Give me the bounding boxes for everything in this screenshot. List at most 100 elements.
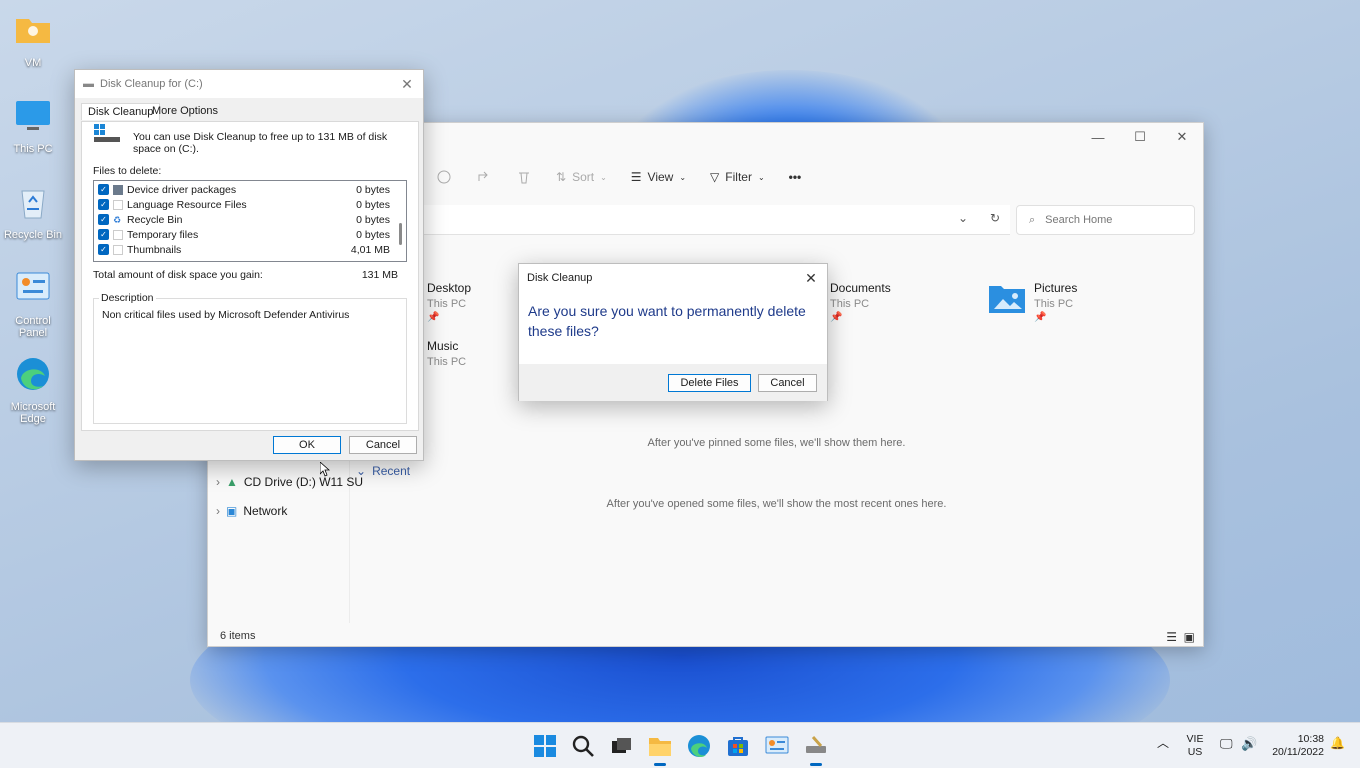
desktop-icon-label: Microsoft Edge	[10, 401, 56, 425]
close-button[interactable]: ✕	[397, 74, 417, 94]
recent-empty-message: After you've opened some files, we'll sh…	[606, 498, 947, 510]
description-text: Non critical files used by Microsoft Def…	[102, 309, 350, 321]
desktop-icon-vm[interactable]: VM	[0, 10, 66, 69]
filter-button[interactable]: ▽ Filter ⌄	[710, 170, 765, 184]
search-icon: ⌕	[1029, 213, 1036, 226]
list-item[interactable]: ✓ Device driver packages 0 bytes	[98, 182, 390, 197]
file-category-name: Thumbnails	[127, 243, 182, 256]
recent-section-header[interactable]: ⌄ Recent	[356, 464, 410, 478]
list-scrollbar[interactable]	[399, 223, 402, 245]
checkbox[interactable]: ✓	[98, 214, 109, 225]
total-space-value: 131 MB	[361, 269, 398, 281]
total-space-label: Total amount of disk space you gain:	[93, 269, 263, 281]
sort-label: Sort	[572, 170, 595, 184]
more-icon: •••	[788, 170, 802, 184]
nav-item-cd-drive[interactable]: › ▲ CD Drive (D:) W11 SU	[216, 475, 363, 489]
edge-icon[interactable]	[686, 733, 712, 759]
favorites-empty-message: After you've pinned some files, we'll sh…	[647, 437, 906, 449]
start-button[interactable]	[532, 733, 558, 759]
nav-item-network[interactable]: › ▣ Network	[216, 504, 287, 518]
pictures-folder-icon	[989, 286, 1025, 313]
file-category-name: Language Resource Files	[127, 198, 247, 211]
details-view-icon[interactable]: ☰	[1166, 630, 1177, 644]
sort-button[interactable]: ⇅ Sort ⌄	[556, 170, 607, 184]
checkbox[interactable]: ✓	[98, 184, 109, 195]
blank-file-icon	[113, 199, 123, 210]
list-item[interactable]: ✓ Thumbnails 4,01 MB	[98, 242, 390, 257]
pin-icon: 📌	[1034, 312, 1047, 323]
disk-cleanup-icon[interactable]	[803, 733, 829, 759]
file-category-size: 0 bytes	[356, 183, 390, 196]
chevron-right-icon[interactable]: ›	[216, 504, 220, 518]
chevron-down-icon: ⌄	[757, 172, 765, 182]
ok-button[interactable]: OK	[273, 436, 341, 454]
file-category-size: 0 bytes	[356, 228, 390, 241]
recent-label: Recent	[372, 464, 411, 478]
tab-more-options[interactable]: More Options	[146, 103, 224, 119]
files-to-delete-list[interactable]: ✓ Device driver packages 0 bytes ✓ Langu…	[93, 180, 407, 262]
quick-access-pictures[interactable]: Pictures This PC 📌	[988, 281, 1077, 323]
view-button[interactable]: ☰ View ⌄	[631, 170, 686, 184]
delete-icon[interactable]	[516, 169, 532, 185]
description-label: Description	[99, 292, 156, 304]
monitor-icon	[16, 101, 50, 130]
dialog-button-bar: Delete Files Cancel	[519, 364, 827, 401]
clock[interactable]: 10:38 20/11/2022	[1268, 733, 1324, 759]
minimize-button[interactable]: —	[1077, 123, 1119, 151]
checkbox[interactable]: ✓	[98, 244, 109, 255]
tiles-view-icon[interactable]: ▣	[1184, 630, 1195, 644]
chevron-right-icon[interactable]: ›	[216, 475, 220, 489]
search-icon[interactable]	[570, 733, 596, 759]
chevron-down-icon[interactable]: ⌄	[958, 211, 968, 225]
disk-cleanup-icon: ▬	[83, 78, 94, 90]
notification-bell-icon[interactable]: 🔔	[1330, 737, 1345, 750]
view-icon: ☰	[630, 170, 642, 184]
quick-access-desktop[interactable]: Desktop This PC 📌	[427, 281, 471, 323]
window-caption-buttons: — ☐ ✕	[1077, 123, 1203, 153]
share-arrow-icon[interactable]	[476, 169, 492, 185]
blank-file-icon	[113, 244, 123, 255]
list-item[interactable]: ✓ Temporary files 0 bytes	[98, 227, 390, 242]
more-options-button[interactable]: •••	[789, 170, 802, 184]
chevron-down-icon: ⌄	[356, 464, 367, 478]
cancel-button[interactable]: Cancel	[758, 374, 817, 392]
checkbox[interactable]: ✓	[98, 229, 109, 240]
search-box[interactable]: ⌕ Search Home	[1016, 205, 1195, 235]
close-button[interactable]: ✕	[1161, 123, 1203, 151]
active-app-indicator	[810, 763, 822, 766]
control-panel-icon[interactable]	[764, 733, 790, 759]
list-item[interactable]: ✓ ♻ Recycle Bin 0 bytes	[98, 212, 390, 227]
close-button[interactable]: ✕	[801, 268, 821, 288]
cancel-button[interactable]: Cancel	[349, 436, 417, 454]
folder-location: This PC	[830, 298, 870, 310]
delete-files-button[interactable]: Delete Files	[668, 374, 751, 392]
mouse-cursor-icon	[320, 462, 330, 477]
volume-icon[interactable]: 🔊	[1241, 737, 1257, 750]
maximize-button[interactable]: ☐	[1119, 123, 1161, 151]
chevron-up-icon[interactable]: ︿	[1157, 737, 1169, 750]
task-view-icon[interactable]	[608, 733, 634, 759]
checkbox[interactable]: ✓	[98, 199, 109, 210]
language-indicator[interactable]: VIE US	[1182, 733, 1208, 759]
file-category-name: Recycle Bin	[127, 213, 183, 226]
quick-access-documents[interactable]: Documents This PC 📌	[830, 281, 891, 323]
refresh-icon[interactable]: ↻	[990, 211, 1000, 225]
filter-label: Filter	[725, 170, 752, 184]
desktop-icon-edge[interactable]: Microsoft Edge	[0, 354, 66, 425]
folder-name: Documents	[830, 281, 891, 295]
desktop-icon-this-pc[interactable]: This PC	[0, 96, 66, 155]
chevron-down-icon: ⌄	[679, 172, 687, 182]
edge-icon	[17, 358, 49, 390]
desktop-icon-control-panel[interactable]: Control Panel	[0, 268, 66, 339]
desktop-icon-recycle-bin[interactable]: Recycle Bin	[0, 182, 66, 241]
files-to-delete-label: Files to delete:	[93, 165, 162, 177]
network-icon[interactable]: 🖵	[1220, 737, 1233, 750]
folder-location: This PC	[427, 356, 467, 368]
list-item[interactable]: ✓ Language Resource Files 0 bytes	[98, 197, 390, 212]
file-explorer-icon[interactable]	[647, 733, 673, 759]
address-bar[interactable]: ⌄ ↻	[424, 205, 1010, 235]
quick-access-music[interactable]: Music This PC	[427, 339, 466, 368]
share-icon[interactable]	[436, 169, 452, 185]
folder-location: This PC	[1034, 298, 1074, 310]
store-icon[interactable]	[725, 733, 751, 759]
